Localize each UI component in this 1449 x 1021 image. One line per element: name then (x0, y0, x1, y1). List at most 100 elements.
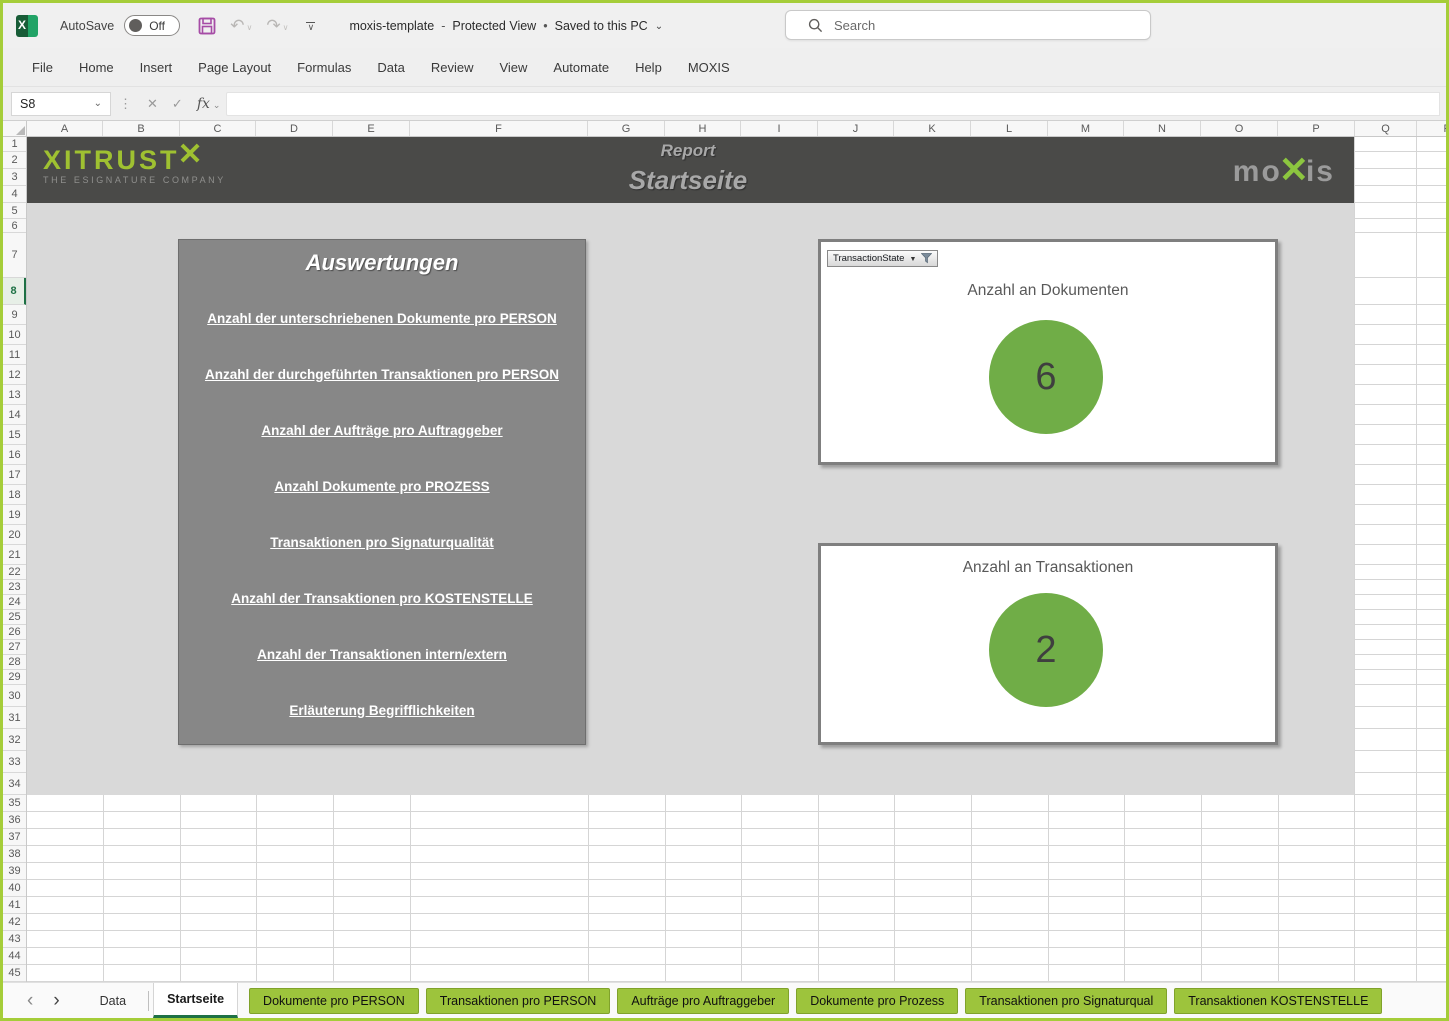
column-header[interactable]: L (971, 121, 1048, 136)
row-header[interactable]: 11 (3, 345, 26, 365)
ribbon-tab-review[interactable]: Review (418, 48, 487, 86)
search-input[interactable] (832, 17, 1150, 34)
formula-input[interactable] (226, 92, 1440, 116)
save-button[interactable] (198, 17, 216, 35)
column-header[interactable]: N (1124, 121, 1201, 136)
sheet-tab-dokumente-pro-prozess[interactable]: Dokumente pro Prozess (796, 988, 958, 1014)
row-header[interactable]: 29 (3, 670, 26, 685)
sheet-tab-transaktionen-pro-person[interactable]: Transaktionen pro PERSON (426, 988, 611, 1014)
sheet-tab-transaktionen-pro-signaturqual[interactable]: Transaktionen pro Signaturqual (965, 988, 1167, 1014)
column-header[interactable]: D (256, 121, 333, 136)
row-header[interactable]: 34 (3, 773, 26, 795)
row-header[interactable]: 3 (3, 169, 26, 186)
row-header[interactable]: 41 (3, 897, 26, 914)
column-header[interactable]: K (894, 121, 971, 136)
ribbon-tab-moxis[interactable]: MOXIS (675, 48, 743, 86)
row-header[interactable]: 16 (3, 445, 26, 465)
excel-app-icon[interactable]: X (16, 15, 38, 37)
select-all-corner[interactable] (3, 121, 27, 137)
ribbon-tab-help[interactable]: Help (622, 48, 675, 86)
link-transaktionen-pro-kostenstelle[interactable]: Anzahl der Transaktionen pro KOSTENSTELL… (179, 591, 585, 606)
column-header[interactable]: I (741, 121, 818, 136)
row-header[interactable]: 38 (3, 846, 26, 863)
row-header[interactable]: 35 (3, 795, 26, 812)
sheet-nav-prev-icon[interactable]: ‹ (17, 991, 43, 1010)
column-header[interactable]: P (1278, 121, 1355, 136)
search-bar[interactable] (785, 10, 1151, 40)
row-header[interactable]: 24 (3, 595, 26, 610)
column-header[interactable]: E (333, 121, 410, 136)
row-header[interactable]: 36 (3, 812, 26, 829)
row-header[interactable]: 30 (3, 685, 26, 707)
row-header[interactable]: 43 (3, 931, 26, 948)
sheet-tab-startseite[interactable]: Startseite (153, 983, 238, 1018)
column-header[interactable]: A (27, 121, 103, 136)
enter-checkmark-icon[interactable]: ✓ (172, 96, 183, 112)
ribbon-tab-home[interactable]: Home (66, 48, 127, 86)
column-header[interactable]: G (588, 121, 665, 136)
sheet-nav-next-icon[interactable]: › (43, 991, 69, 1010)
ribbon-tab-view[interactable]: View (486, 48, 540, 86)
link-transaktionen-pro-person[interactable]: Anzahl der durchgeführten Transaktionen … (179, 367, 585, 382)
row-header[interactable]: 19 (3, 505, 26, 525)
row-header[interactable]: 10 (3, 325, 26, 345)
link-dokumente-pro-person[interactable]: Anzahl der unterschriebenen Dokumente pr… (179, 311, 585, 326)
cancel-icon[interactable]: ✕ (147, 96, 158, 112)
link-transaktionen-intern-extern[interactable]: Anzahl der Transaktionen intern/extern (179, 647, 585, 662)
column-header[interactable]: Q (1355, 121, 1417, 136)
row-header[interactable]: 12 (3, 365, 26, 385)
ribbon-tab-page-layout[interactable]: Page Layout (185, 48, 284, 86)
column-header[interactable]: C (180, 121, 256, 136)
column-header[interactable]: R (1417, 121, 1446, 136)
row-header[interactable]: 22 (3, 565, 26, 580)
transactionstate-filter-button[interactable]: TransactionState ▼ (827, 250, 938, 267)
sheet-tab-data[interactable]: Data (70, 983, 148, 1018)
column-header[interactable]: H (665, 121, 741, 136)
row-header[interactable]: 13 (3, 385, 26, 405)
autosave-toggle[interactable]: Off (124, 15, 180, 36)
row-header[interactable]: 26 (3, 625, 26, 640)
row-header[interactable]: 8 (3, 278, 26, 305)
row-header[interactable]: 23 (3, 580, 26, 595)
row-header[interactable]: 21 (3, 545, 26, 565)
row-header[interactable]: 7 (3, 233, 26, 278)
row-header[interactable]: 27 (3, 640, 26, 655)
row-header[interactable]: 42 (3, 914, 26, 931)
name-box[interactable]: S8 ⌄ (11, 92, 111, 116)
link-erlaeuterung-begrifflichkeiten[interactable]: Erläuterung Begrifflichkeiten (179, 703, 585, 718)
row-header[interactable]: 39 (3, 863, 26, 880)
row-header[interactable]: 25 (3, 610, 26, 625)
link-auftraege-pro-auftraggeber[interactable]: Anzahl der Aufträge pro Auftraggeber (179, 423, 585, 438)
redo-button[interactable]: ↷ ∨ (266, 17, 288, 35)
sheet-tab-dokumente-pro-person[interactable]: Dokumente pro PERSON (249, 988, 419, 1014)
column-header[interactable]: J (818, 121, 894, 136)
column-header[interactable]: F (410, 121, 588, 136)
row-header[interactable]: 32 (3, 729, 26, 751)
row-header[interactable]: 31 (3, 707, 26, 729)
sheet-tab-transaktionen-kostenstelle[interactable]: Transaktionen KOSTENSTELLE (1174, 988, 1382, 1014)
sheet-grid[interactable]: XITRUST✕ THE ESIGNATURE COMPANY Report S… (27, 137, 1446, 982)
document-title[interactable]: moxis-template - Protected View • Saved … (349, 19, 663, 33)
customize-quick-access-button[interactable]: ∨ (306, 22, 315, 30)
row-header[interactable]: 5 (3, 203, 26, 219)
row-header[interactable]: 44 (3, 948, 26, 965)
row-header[interactable]: 18 (3, 485, 26, 505)
row-header[interactable]: 2 (3, 152, 26, 169)
ribbon-tab-data[interactable]: Data (364, 48, 417, 86)
row-header[interactable]: 45 (3, 965, 26, 982)
row-header[interactable]: 20 (3, 525, 26, 545)
column-header[interactable]: M (1048, 121, 1124, 136)
row-header[interactable]: 9 (3, 305, 26, 325)
ribbon-tab-formulas[interactable]: Formulas (284, 48, 364, 86)
link-transaktionen-pro-signaturqualitaet[interactable]: Transaktionen pro Signaturqualität (179, 535, 585, 550)
row-header[interactable]: 28 (3, 655, 26, 670)
undo-button[interactable]: ↶ ∨ (230, 17, 252, 35)
row-header[interactable]: 6 (3, 219, 26, 233)
row-header[interactable]: 33 (3, 751, 26, 773)
row-header[interactable]: 1 (3, 137, 26, 152)
insert-function-fx-icon[interactable]: fx (197, 96, 210, 112)
row-header[interactable]: 15 (3, 425, 26, 445)
ribbon-tab-file[interactable]: File (19, 48, 66, 86)
ribbon-tab-insert[interactable]: Insert (127, 48, 186, 86)
column-header[interactable]: O (1201, 121, 1278, 136)
